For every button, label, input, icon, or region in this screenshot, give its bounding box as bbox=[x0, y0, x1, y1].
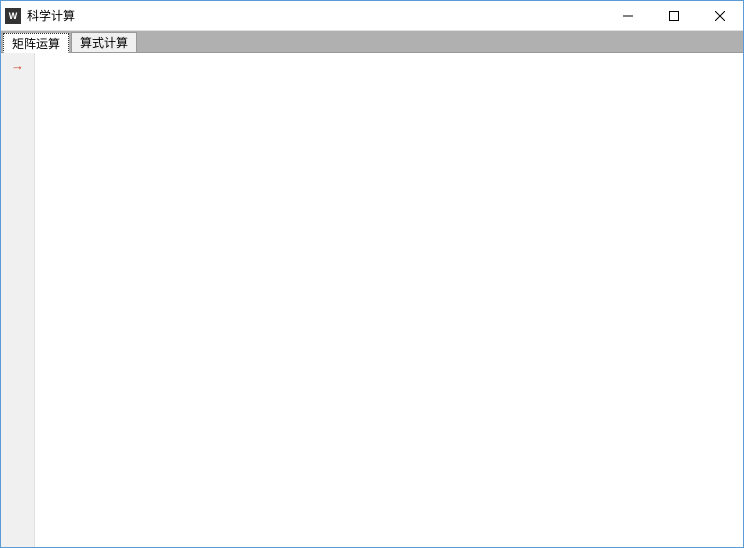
line-gutter: → bbox=[1, 53, 35, 547]
minimize-icon bbox=[623, 11, 633, 21]
prompt-arrow-icon: → bbox=[11, 59, 24, 72]
window-controls bbox=[605, 1, 743, 30]
editor-pane bbox=[35, 53, 743, 547]
app-window: W 科学计算 矩阵运算 算式计算 → bbox=[0, 0, 744, 548]
tab-bar: 矩阵运算 算式计算 bbox=[1, 31, 743, 53]
close-button[interactable] bbox=[697, 1, 743, 30]
editor-input[interactable] bbox=[41, 57, 737, 543]
close-icon bbox=[715, 11, 725, 21]
tab-expression-calc[interactable]: 算式计算 bbox=[71, 32, 137, 52]
maximize-button[interactable] bbox=[651, 1, 697, 30]
app-icon: W bbox=[5, 8, 21, 24]
tab-label: 矩阵运算 bbox=[12, 35, 60, 52]
tab-matrix-operations[interactable]: 矩阵运算 bbox=[3, 33, 69, 53]
titlebar: W 科学计算 bbox=[1, 1, 743, 31]
minimize-button[interactable] bbox=[605, 1, 651, 30]
tab-label: 算式计算 bbox=[80, 34, 128, 51]
content-area: → bbox=[1, 53, 743, 547]
window-title: 科学计算 bbox=[27, 7, 75, 24]
maximize-icon bbox=[669, 11, 679, 21]
